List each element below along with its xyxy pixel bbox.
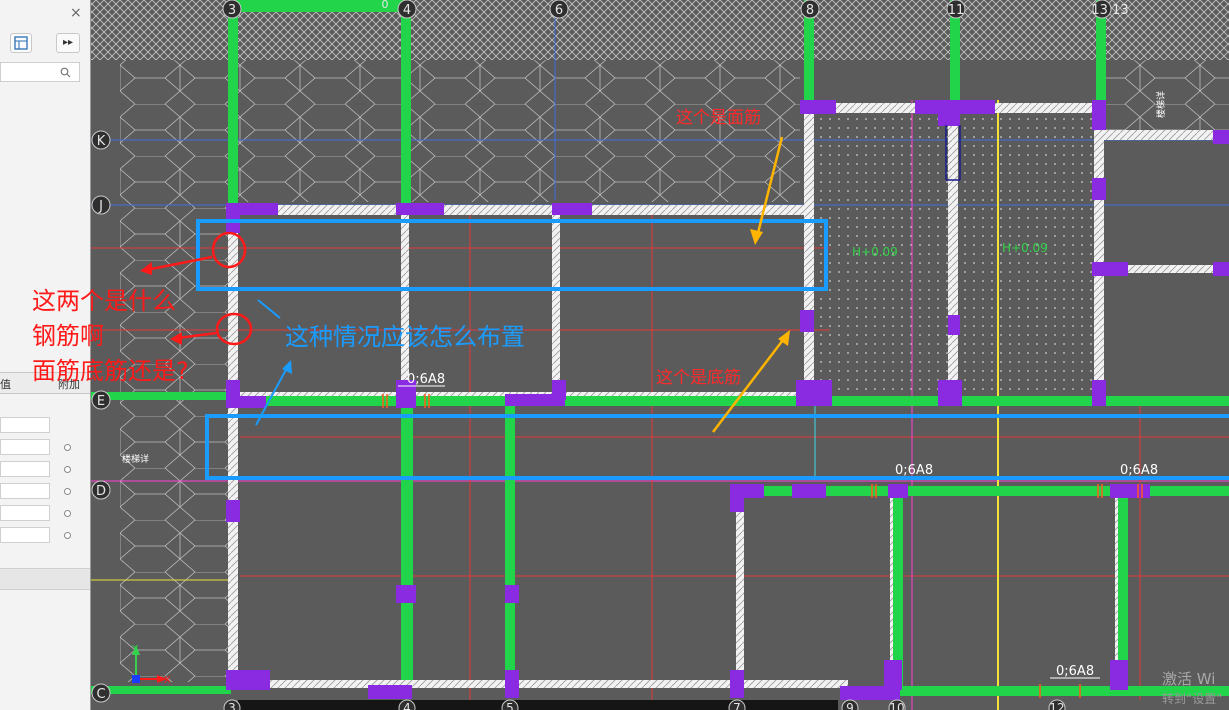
question-line: 钢筋啊: [32, 322, 104, 350]
left-axis-label: D: [96, 484, 106, 499]
left-axis-label: C: [96, 687, 105, 702]
extra-checkbox[interactable]: [64, 532, 71, 539]
bottom-axis-label: 3: [228, 701, 236, 710]
stirrup-label: 0;6A8: [407, 372, 445, 387]
top-rebar-note: 这个是面筋: [676, 108, 761, 128]
extra-checkbox[interactable]: [64, 510, 71, 517]
cad-canvas[interactable]: 3 4 6 8 11 13 13 0 3 4 5 7 9 10 12 K J E…: [91, 0, 1229, 710]
bottom-axis-label: 4: [403, 701, 411, 710]
top-axis-label: 11: [948, 3, 965, 18]
bottom-axis-label: 9: [846, 701, 854, 710]
close-icon[interactable]: ×: [70, 5, 82, 21]
property-field[interactable]: [0, 527, 50, 543]
activation-watermark: 激活 Wi: [1162, 670, 1216, 688]
top-axis-label: 4: [403, 3, 411, 18]
search-input[interactable]: [0, 62, 80, 82]
property-field[interactable]: [0, 505, 50, 521]
bottom-rebar-note: 这个是底筋: [656, 368, 741, 388]
search-icon: [60, 67, 71, 78]
stair-label: 楼梯详: [1155, 91, 1167, 118]
property-field[interactable]: [0, 461, 50, 477]
ucs-x-label: X: [164, 675, 171, 686]
extra-checkbox[interactable]: [64, 466, 71, 473]
bottom-axis-label: 7: [733, 701, 741, 710]
stirrup-label: 0;6A8: [895, 463, 933, 478]
top-axis-label: 13 13: [1091, 3, 1128, 18]
bottom-axis-label: 12: [1049, 701, 1064, 710]
hex-hatch-region: [120, 202, 228, 682]
left-axis-label: K: [97, 134, 106, 149]
bottom-strip: [238, 700, 838, 710]
ucs-origin: [132, 675, 140, 683]
question-line: 这两个是什么: [32, 287, 176, 315]
hex-hatch-region: [120, 60, 800, 202]
stair-label: 楼梯详: [122, 453, 149, 465]
left-axis-label: E: [97, 394, 105, 409]
property-field[interactable]: [0, 417, 50, 433]
property-field[interactable]: [0, 439, 50, 455]
hex-hatch-region: [1105, 60, 1229, 130]
property-field[interactable]: [0, 483, 50, 499]
bottom-axis-label: 10: [889, 701, 904, 710]
layout-question: 这种情况应该怎么布置: [285, 323, 525, 351]
extra-checkbox[interactable]: [64, 444, 71, 451]
top-axis-small-label: 0: [382, 0, 389, 11]
top-axis-label: 8: [806, 3, 814, 18]
top-axis-label: 3: [228, 3, 236, 18]
top-axis-label: 6: [555, 3, 563, 18]
stirrup-label: 0;6A8: [1056, 664, 1094, 679]
value-column-header: 值: [0, 378, 11, 391]
elevation-label: H+0.09: [852, 245, 898, 259]
layer-list-icon[interactable]: [10, 33, 32, 53]
bottom-axis-label: 5: [506, 701, 514, 710]
ucs-y-label: Y: [131, 644, 139, 655]
extra-checkbox[interactable]: [64, 488, 71, 495]
chevron-right-icon: ▸▸: [62, 37, 74, 48]
raised-slab-region: [962, 118, 1092, 396]
activation-watermark: 转到“设置”: [1162, 692, 1223, 706]
expand-panel-button[interactable]: ▸▸: [56, 33, 80, 53]
stirrup-label: 0;6A8: [1120, 463, 1158, 478]
question-line: 面筋底筋还是?: [32, 357, 189, 385]
panel-divider: [0, 568, 90, 590]
elevation-label: H+0.09: [1002, 241, 1048, 255]
left-axis-label: J: [98, 199, 103, 214]
